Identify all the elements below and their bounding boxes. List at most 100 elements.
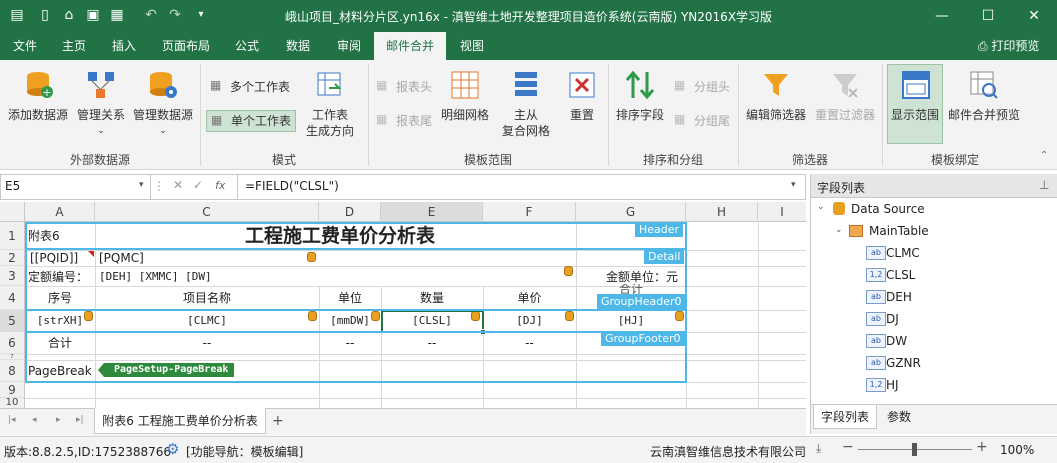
field-tree[interactable]: ⌄ Data Source ⌄ MainTable	[811, 198, 1057, 404]
zoom-in-icon[interactable]: +	[976, 439, 988, 455]
select-all-corner[interactable]	[0, 202, 25, 222]
reset-button[interactable]: 重置	[560, 66, 604, 142]
column-header[interactable]: A	[25, 202, 95, 222]
tab-params[interactable]: 参数	[879, 405, 919, 429]
download-icon[interactable]: ⤓	[816, 441, 821, 456]
next-sheet-icon[interactable]: ▸	[56, 415, 61, 425]
sheet-direction-button[interactable]: 工作表 生成方向	[298, 66, 362, 142]
cell-a6[interactable]: 合计	[25, 333, 95, 353]
manage-datasource-button[interactable]: 管理数据源 ⌄	[130, 66, 196, 142]
chevron-down-icon[interactable]: ▾	[791, 180, 796, 190]
cell-c2[interactable]: [PQMC]	[99, 248, 144, 268]
first-sheet-icon[interactable]: |◂	[8, 415, 16, 425]
add-sheet-icon[interactable]: +	[272, 413, 284, 429]
row-header[interactable]: 5	[0, 310, 25, 332]
cell-c6[interactable]: --	[95, 333, 319, 353]
row-header[interactable]: 2	[0, 250, 25, 266]
tab-formula[interactable]: 公式	[222, 32, 272, 60]
row-header[interactable]: 10	[0, 398, 25, 408]
header-seq-cell[interactable]: 序号	[25, 288, 95, 308]
reset-filter-button[interactable]: 重置过滤器	[812, 66, 878, 142]
cell-a8[interactable]: PageBreak	[28, 361, 92, 381]
column-header[interactable]: H	[686, 202, 758, 222]
field-item[interactable]: DEH	[886, 290, 912, 304]
field-item[interactable]: GZNR	[886, 356, 921, 370]
last-sheet-icon[interactable]: ▸|	[76, 415, 84, 425]
cell-f5[interactable]: [DJ]	[483, 311, 576, 331]
multi-sheet-button[interactable]: ▦ 多个工作表	[206, 76, 296, 98]
cell-a3[interactable]: 定额编号：	[28, 267, 88, 287]
tab-view[interactable]: 视图	[446, 32, 498, 60]
sheet-title-cell[interactable]: 工程施工费单价分析表	[200, 224, 480, 248]
sheet-tab[interactable]: 附表6 工程施工费单价分析表	[94, 408, 266, 434]
tab-data[interactable]: 数据	[272, 32, 324, 60]
edit-filter-button[interactable]: 编辑筛选器	[742, 66, 810, 142]
tab-mail-merge[interactable]: 邮件合并	[374, 32, 446, 60]
row-header[interactable]: 8	[0, 360, 25, 382]
header-total-cell[interactable]: 合计	[576, 284, 686, 294]
header-qty-cell[interactable]: 数量	[381, 288, 483, 308]
confirm-icon[interactable]: ✓	[193, 178, 203, 192]
column-header[interactable]: F	[483, 202, 576, 222]
group-footer-button[interactable]: ▦ 分组尾	[672, 110, 736, 132]
detail-grid-button[interactable]: 明细网格	[438, 66, 492, 142]
report-header-button[interactable]: ▦ 报表头	[374, 76, 438, 98]
tree-root[interactable]: Data Source	[851, 202, 925, 216]
maximize-icon[interactable]: ☐	[965, 0, 1011, 32]
cell-d6[interactable]: --	[319, 333, 381, 353]
field-item[interactable]: HJ	[886, 378, 899, 392]
field-item[interactable]: DW	[886, 334, 907, 348]
zoom-out-icon[interactable]: −	[842, 439, 854, 455]
chevron-down-icon[interactable]: ▾	[139, 180, 144, 190]
tab-file[interactable]: 文件	[0, 32, 50, 60]
group-header-button[interactable]: ▦ 分组头	[672, 76, 736, 98]
cell-c3[interactable]: [DEH] [XMMC] [DW]	[99, 267, 212, 287]
prev-sheet-icon[interactable]: ◂	[32, 415, 37, 425]
row-header[interactable]: 1	[0, 222, 25, 250]
cell-a2[interactable]: [[PQID]]	[30, 248, 78, 268]
cancel-icon[interactable]: ✕	[173, 178, 183, 192]
tab-fields[interactable]: 字段列表	[813, 405, 877, 429]
print-preview-button[interactable]: ⎙ 打印预览	[978, 32, 1054, 60]
header-name-cell[interactable]: 项目名称	[95, 288, 319, 308]
single-sheet-button[interactable]: ▦ 单个工作表	[206, 110, 296, 132]
column-header[interactable]: E	[381, 202, 483, 222]
show-range-button[interactable]: 显示范围	[887, 64, 943, 144]
field-item[interactable]: CLSL	[886, 268, 915, 282]
row-header[interactable]: 6	[0, 332, 25, 354]
field-item[interactable]: DJ	[886, 312, 899, 326]
tree-table[interactable]: MainTable	[869, 224, 929, 238]
column-header[interactable]: D	[319, 202, 381, 222]
merge-preview-button[interactable]: 邮件合并预览	[946, 66, 1022, 142]
chevron-down-icon[interactable]: ⌄	[835, 225, 843, 235]
name-box[interactable]: E5 ▾	[1, 175, 151, 199]
field-item[interactable]: CLMC	[886, 246, 920, 260]
row-header[interactable]: 3	[0, 266, 25, 286]
row-header[interactable]: 4	[0, 286, 25, 310]
tab-insert[interactable]: 插入	[98, 32, 150, 60]
column-header[interactable]: C	[95, 202, 319, 222]
sort-field-button[interactable]: 排序字段	[612, 66, 668, 142]
minimize-icon[interactable]: —	[919, 0, 965, 32]
gear-icon[interactable]: ⚙	[166, 440, 179, 458]
ribbon-collapse-icon[interactable]: ⌃	[1040, 150, 1048, 161]
tab-home[interactable]: 主页	[50, 32, 98, 60]
formula-input[interactable]: =FIELD("CLSL")	[245, 179, 339, 193]
report-footer-button[interactable]: ▦ 报表尾	[374, 110, 438, 132]
add-datasource-button[interactable]: + 添加数据源	[6, 66, 70, 142]
cell-c5[interactable]: [CLMC]	[95, 311, 319, 331]
pin-icon[interactable]: ⊥	[1039, 178, 1049, 192]
cell-g5[interactable]: [HJ]	[576, 311, 686, 331]
column-header[interactable]: I	[758, 202, 806, 222]
master-detail-button[interactable]: 主从 复合网格	[494, 66, 558, 142]
tab-review[interactable]: 审阅	[324, 32, 374, 60]
chevron-down-icon[interactable]: ⌄	[817, 202, 825, 212]
header-price-cell[interactable]: 单价	[483, 288, 576, 308]
row-header[interactable]: 9	[0, 382, 25, 398]
manage-relation-button[interactable]: 管理关系 ⌄	[74, 66, 128, 142]
column-header[interactable]: G	[576, 202, 686, 222]
fx-icon[interactable]: fx	[215, 179, 225, 192]
cell-f6[interactable]: --	[483, 333, 576, 353]
tab-page-layout[interactable]: 页面布局	[150, 32, 222, 60]
zoom-slider-thumb[interactable]	[912, 443, 917, 456]
